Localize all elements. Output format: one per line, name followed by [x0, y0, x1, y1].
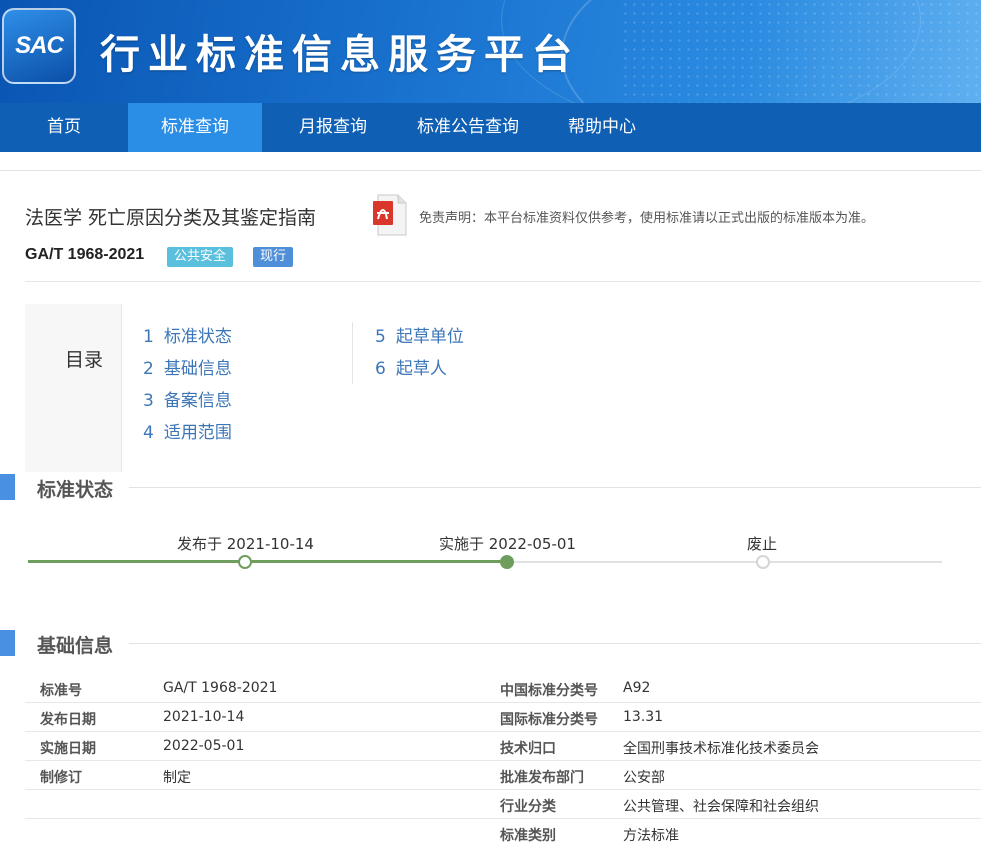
field-value: A92	[623, 680, 651, 696]
toc-item-number: 3	[143, 391, 154, 411]
section-title-basic-info: 基础信息	[37, 635, 114, 657]
toc-panel	[25, 304, 122, 472]
divider	[0, 170, 981, 171]
main-nav: 首页 标准查询 月报查询 标准公告查询 帮助中心	[0, 103, 981, 152]
disclaimer-text: 免责声明：本平台标准资料仅供参考，使用标准请以正式出版的标准版本为准。	[419, 211, 875, 226]
sac-logo[interactable]: SAC	[2, 8, 76, 84]
toc-item-label: 基础信息	[163, 359, 232, 379]
toc-item-number: 6	[375, 359, 386, 379]
field-label: 标准类别	[500, 828, 556, 843]
nav-item-standard-search[interactable]: 标准查询	[128, 103, 262, 152]
table-row: 发布日期 2021-10-14 国际标准分类号 13.31	[25, 703, 981, 732]
toc-item-standard-status[interactable]: 1 标准状态	[143, 324, 232, 356]
nav-item-help-center[interactable]: 帮助中心	[532, 103, 672, 152]
toc-item-label: 起草单位	[395, 327, 464, 347]
table-row: 标准类别 方法标准	[25, 819, 981, 843]
nav-item-home[interactable]: 首页	[0, 103, 128, 152]
table-row: 标准号 GA/T 1968-2021 中国标准分类号 A92	[25, 674, 981, 703]
section-marker	[0, 474, 15, 500]
field-value: 2021-10-14	[163, 709, 245, 725]
timeline-label-implemented: 实施于 2022-05-01	[439, 535, 576, 553]
toc-label: 目录	[65, 349, 104, 371]
field-label: 实施日期	[40, 741, 96, 757]
toc-item-label: 备案信息	[163, 391, 232, 411]
field-label: 发布日期	[40, 712, 96, 728]
timeline-dot-implemented	[500, 555, 514, 569]
toc-item-basic-info[interactable]: 2 基础信息	[143, 356, 232, 388]
document-title: 法医学 死亡原因分类及其鉴定指南	[25, 207, 317, 229]
nav-item-monthly-report[interactable]: 月报查询	[262, 103, 404, 152]
toc-item-scope[interactable]: 4 适用范围	[143, 420, 232, 452]
toc-column: 1 标准状态 2 基础信息 3 备案信息 4 适用范围	[143, 324, 232, 452]
field-value: 公安部	[623, 770, 665, 786]
timeline-progress	[28, 560, 508, 563]
toc-item-number: 5	[375, 327, 386, 347]
section-divider	[129, 487, 981, 488]
divider	[25, 281, 981, 282]
field-value: 制定	[163, 770, 191, 786]
toc-item-number: 4	[143, 423, 154, 443]
toc-item-label: 适用范围	[163, 423, 232, 443]
category-badge: 公共安全	[167, 247, 234, 267]
field-label: 中国标准分类号	[500, 683, 598, 699]
toc-item-label: 起草人	[395, 359, 447, 379]
field-label: 技术归口	[500, 741, 556, 757]
table-row: 制修订 制定 批准发布部门 公安部	[25, 761, 981, 790]
header-banner: SAC 行业标准信息服务平台	[0, 0, 981, 103]
toc-item-label: 标准状态	[163, 327, 232, 347]
field-value: 2022-05-01	[163, 738, 245, 754]
status-badge: 现行	[253, 247, 294, 267]
field-label: 标准号	[40, 683, 82, 699]
toc-column: 5 起草单位 6 起草人	[375, 324, 464, 388]
field-value: 公共管理、社会保障和社会组织	[623, 799, 819, 815]
field-value: 13.31	[623, 709, 664, 725]
field-label: 国际标准分类号	[500, 712, 598, 728]
section-divider	[129, 643, 981, 644]
timeline-dot-published	[238, 555, 252, 569]
toc-item-drafters[interactable]: 6 起草人	[375, 356, 464, 388]
section-marker	[0, 630, 15, 656]
pdf-file-icon[interactable]	[372, 193, 410, 237]
toc-item-number: 2	[143, 359, 154, 379]
section-title-status: 标准状态	[37, 479, 114, 501]
timeline-label-abolished: 废止	[747, 535, 778, 553]
field-label: 制修订	[40, 770, 82, 786]
toc-item-number: 1	[143, 327, 154, 347]
standard-code: GA/T 1968-2021	[25, 246, 145, 263]
nav-item-announcement-search[interactable]: 标准公告查询	[404, 103, 532, 152]
site-title: 行业标准信息服务平台	[100, 32, 580, 78]
field-value: 全国刑事技术标准化技术委员会	[623, 741, 819, 757]
field-label: 行业分类	[500, 799, 556, 815]
toc-divider	[352, 322, 353, 384]
toc-item-filing-info[interactable]: 3 备案信息	[143, 388, 232, 420]
field-value: 方法标准	[623, 828, 679, 843]
field-label: 批准发布部门	[500, 770, 584, 786]
timeline-dot-abolished	[756, 555, 770, 569]
field-value: GA/T 1968-2021	[163, 680, 278, 696]
toc-item-drafting-unit[interactable]: 5 起草单位	[375, 324, 464, 356]
table-row: 实施日期 2022-05-01 技术归口 全国刑事技术标准化技术委员会	[25, 732, 981, 761]
timeline-label-published: 发布于 2021-10-14	[177, 535, 314, 553]
table-row: 行业分类 公共管理、社会保障和社会组织	[25, 790, 981, 819]
